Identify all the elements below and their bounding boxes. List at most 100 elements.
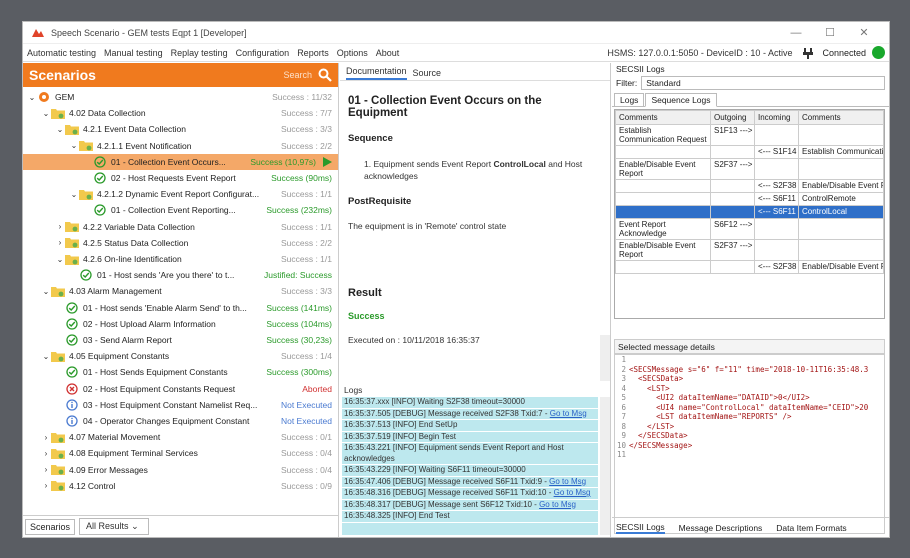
tree-item[interactable]: › 4.12 Control Success : 0/9 <box>23 478 338 494</box>
tree-item[interactable]: ⌄ 4.2.6 On-line Identification Success : 1… <box>23 251 338 267</box>
menu-reports[interactable]: Reports <box>297 48 329 58</box>
tree-item[interactable]: ⌄ GEM Success : 11/32 <box>23 89 338 105</box>
go-to-msg-link[interactable]: Go to Msg <box>550 409 587 418</box>
code-text: </SECSMessage> <box>629 440 693 450</box>
expand-toggle-icon[interactable]: ⌄ <box>69 190 79 199</box>
tab-secsii-logs[interactable]: SECSII Logs <box>616 522 665 534</box>
tree-item[interactable]: › 4.09 Error Messages Success : 0/4 <box>23 462 338 478</box>
result-value: Success <box>348 311 385 321</box>
expand-toggle-icon[interactable]: › <box>41 465 51 474</box>
expand-toggle-icon[interactable]: › <box>41 433 51 442</box>
table-row[interactable]: <--- S2F38Enable/Disable Event Rep <box>615 179 884 193</box>
result-filter-select[interactable]: All Results ⌄ <box>79 518 150 535</box>
expand-toggle-icon[interactable]: ⌄ <box>27 93 37 102</box>
tab-logs[interactable]: Logs <box>614 93 645 106</box>
tab-message-descriptions[interactable]: Message Descriptions <box>679 523 763 533</box>
go-to-msg-link[interactable]: Go to Msg <box>549 477 586 486</box>
tree-item[interactable]: 01 - Collection Event Reporting... Succes… <box>23 202 338 218</box>
menu-options[interactable]: Options <box>337 48 368 58</box>
tree-item[interactable]: ⌄ 4.05 Equipment Constants Success : 1/4 <box>23 348 338 364</box>
tree-item[interactable]: › 4.08 Equipment Terminal Services Success… <box>23 445 338 461</box>
tree-item[interactable]: 01 - Host sends 'Are you there' to t... J… <box>23 267 338 283</box>
close-icon[interactable]: ✕ <box>847 26 881 39</box>
expand-toggle-icon[interactable]: ⌄ <box>41 352 51 361</box>
expand-toggle-icon[interactable]: ⌄ <box>69 141 79 150</box>
table-row[interactable]: <--- S2F38Enable/Disable Event Rep <box>615 260 884 274</box>
secs-bottom-tabs: SECSII Logs Message Descriptions Data It… <box>612 517 889 537</box>
expand-toggle-icon[interactable]: › <box>55 222 65 231</box>
table-row[interactable]: <--- S6F11 ControlRemote <box>615 192 884 206</box>
expand-toggle-icon[interactable]: ⌄ <box>55 125 65 134</box>
table-row[interactable]: <--- S1F14 Establish Communication <box>615 145 884 159</box>
tree-item[interactable]: 02 - Host Requests Event Report Success (… <box>23 170 338 186</box>
expand-toggle-icon[interactable]: › <box>41 449 51 458</box>
go-to-msg-link[interactable]: Go to Msg <box>539 500 576 509</box>
column-header[interactable]: Comments <box>798 110 884 125</box>
logs-scrollbar[interactable] <box>600 397 610 535</box>
menu-automatic-testing[interactable]: Automatic testing <box>27 48 96 58</box>
postrequisite-text: The equipment is in 'Remote' control sta… <box>348 221 507 231</box>
menu-replay-testing[interactable]: Replay testing <box>171 48 228 58</box>
plug-icon[interactable] <box>802 47 814 59</box>
expand-toggle-icon[interactable]: › <box>55 238 65 247</box>
table-row[interactable]: Event Report Acknowledge S6F12 ---> <box>615 218 884 240</box>
tree-item-label: 4.12 Control <box>69 480 116 491</box>
table-row[interactable]: Enable/Disable Event Report S2F37 ---> <box>615 239 884 261</box>
tree-item[interactable]: › 4.07 Material Movement Success : 0/1 <box>23 429 338 445</box>
tab-source[interactable]: Source <box>413 68 442 80</box>
tree-item[interactable]: 01 - Host Sends Equipment Constants Succe… <box>23 364 338 380</box>
tree-item[interactable]: 04 - Operator Changes Equipment Constant… <box>23 413 338 429</box>
minimize-icon[interactable]: — <box>779 27 813 39</box>
tab-documentation[interactable]: Documentation <box>346 66 407 80</box>
tree-item[interactable]: › 4.2.2 Variable Data Collection Success :… <box>23 219 338 235</box>
column-header[interactable]: Outgoing <box>710 110 755 125</box>
tree-item[interactable]: ⌄ 4.2.1 Event Data Collection Success : 3/… <box>23 121 338 137</box>
tree-item[interactable]: 02 - Host Equipment Constants Request Abo… <box>23 381 338 397</box>
error-circle-icon <box>65 382 79 395</box>
tree-item[interactable]: ⌄ 4.2.1.1 Event Notification Success : 2/2 <box>23 138 338 154</box>
column-header[interactable]: Comments <box>615 110 711 125</box>
tree-item[interactable]: ⌄ 4.02 Data Collection Success : 7/7 <box>23 105 338 121</box>
search-label[interactable]: Search <box>283 70 312 80</box>
maximize-icon[interactable]: ☐ <box>813 26 847 39</box>
expand-toggle-icon[interactable]: › <box>41 481 51 490</box>
menu-bar: Automatic testing Manual testing Replay … <box>23 44 889 62</box>
run-play-icon[interactable] <box>322 156 332 167</box>
table-row[interactable]: Enable/Disable Event Report S2F37 ---> <box>615 158 884 180</box>
tree-item-status: Success : 0/9 <box>280 480 332 491</box>
filter-select[interactable]: Standard <box>641 76 885 90</box>
log-text: 16:35:37.513 [INFO] End SetUp <box>344 420 458 429</box>
expand-toggle-icon[interactable]: ⌄ <box>55 255 65 264</box>
line-number: 3 <box>621 374 626 383</box>
table-cell: Enable/Disable Event Report <box>615 158 711 180</box>
table-cell: <--- S2F38 <box>754 260 799 274</box>
menu-configuration[interactable]: Configuration <box>236 48 290 58</box>
tree-item[interactable]: 01 - Host sends 'Enable Alarm Send' to t… <box>23 300 338 316</box>
tree-item[interactable]: 02 - Host Upload Alarm Information Succes… <box>23 316 338 332</box>
expand-toggle-icon[interactable]: ⌄ <box>41 287 51 296</box>
table-row[interactable]: <--- S6F11 ControlLocal <box>615 205 884 219</box>
line-number: 4 <box>621 383 626 393</box>
tree-item[interactable]: 01 - Collection Event Occurs... Success (… <box>23 153 338 170</box>
table-row[interactable]: Establish Communication Request S1F13 ---… <box>615 124 884 146</box>
expand-toggle-icon[interactable]: ⌄ <box>41 109 51 118</box>
filter-row: Filter: Standard <box>612 75 889 91</box>
menu-manual-testing[interactable]: Manual testing <box>104 48 163 58</box>
tree-item[interactable]: 03 - Host Equipment Constant Namelist Re… <box>23 397 338 413</box>
tab-data-item-formats[interactable]: Data Item Formats <box>776 523 846 533</box>
search-icon[interactable] <box>318 68 332 82</box>
tree-item[interactable]: ⌄ 4.03 Alarm Management Success : 3/3 <box>23 283 338 299</box>
tab-scenarios[interactable]: Scenarios <box>25 518 76 535</box>
tree-item[interactable]: 03 - Send Alarm Report Success (30,23s) <box>23 332 338 348</box>
menu-about[interactable]: About <box>376 48 400 58</box>
tree-item[interactable]: › 4.2.5 Status Data Collection Success : 2… <box>23 235 338 251</box>
table-cell: <--- S1F14 <box>754 145 799 159</box>
column-header[interactable]: Incoming <box>754 110 799 125</box>
go-to-msg-link[interactable]: Go to Msg <box>554 488 591 497</box>
scenarios-footer: Scenarios All Results ⌄ <box>23 515 338 537</box>
folder-icon <box>51 350 65 362</box>
test-title: 01 - Collection Event Occurs on the Equi… <box>348 95 542 119</box>
tab-sequence-logs[interactable]: Sequence Logs <box>645 93 717 107</box>
doc-scrollbar[interactable] <box>600 335 610 381</box>
tree-item[interactable]: ⌄ 4.2.1.2 Dynamic Event Report Configurat… <box>23 186 338 202</box>
